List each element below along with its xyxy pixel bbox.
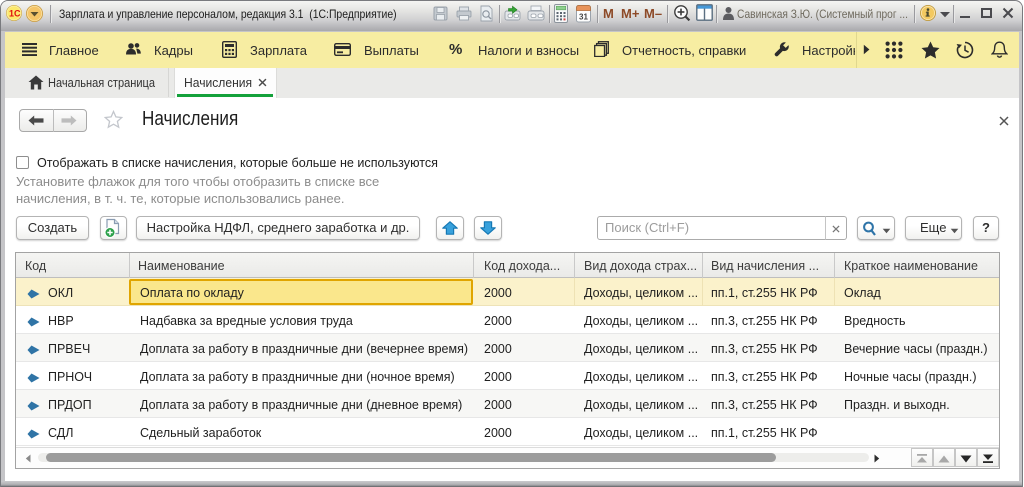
svg-text:1С: 1С xyxy=(9,9,21,19)
svg-text:31: 31 xyxy=(579,13,588,22)
